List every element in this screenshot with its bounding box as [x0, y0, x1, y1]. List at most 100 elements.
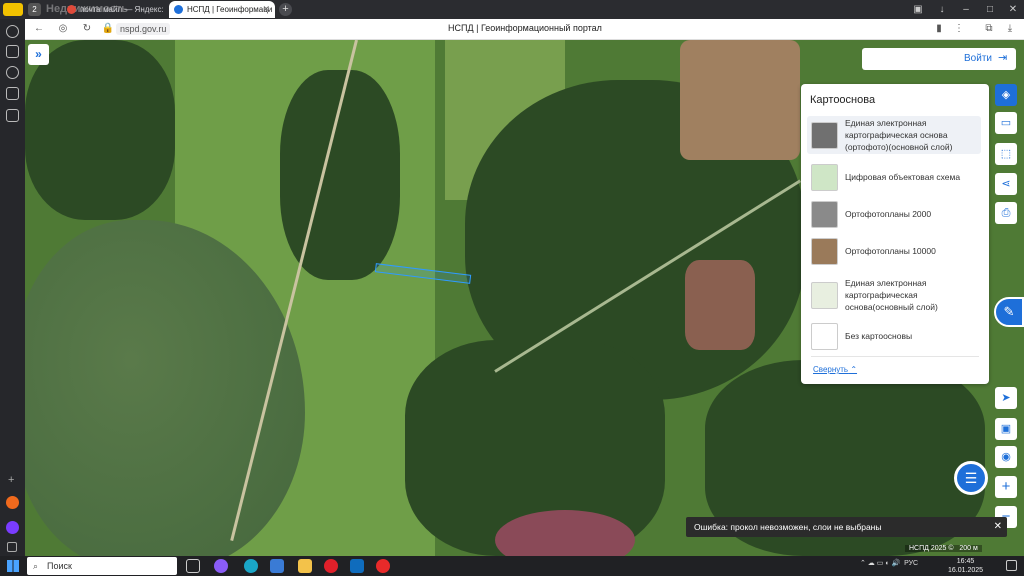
ortho2000-thumbnail-icon	[811, 200, 838, 228]
share-icon[interactable]: ⋖	[995, 173, 1017, 195]
tab-label: НСПД | Геоинформаци	[187, 5, 273, 14]
basemap-panel: Картооснова Единая электронная картограф…	[801, 84, 989, 384]
expand-sidebar-button[interactable]: »	[28, 44, 49, 65]
toast-close-icon[interactable]: ✕	[994, 517, 1002, 537]
opera-icon[interactable]	[324, 559, 338, 573]
lock-icon: 🔒	[101, 23, 115, 34]
alice-icon[interactable]	[6, 521, 19, 534]
new-tab-button[interactable]: +	[279, 3, 292, 16]
add-panel-icon[interactable]: +	[8, 474, 14, 486]
zen-icon[interactable]	[6, 87, 19, 100]
clock[interactable]: 16:45 16.01.2025	[948, 557, 983, 575]
map-thumbnail-icon	[811, 281, 838, 309]
browser-sidebar: +	[0, 19, 25, 556]
side-panel-tab-icon[interactable]: ✎	[994, 297, 1024, 327]
collapse-link[interactable]: Свернуть ⌃	[813, 365, 857, 374]
login-bar: Войти ⇥	[862, 48, 1016, 70]
clock-date: 16.01.2025	[948, 567, 984, 574]
ortho10000-thumbnail-icon	[811, 237, 838, 265]
basemap-option-ortho2000[interactable]: Ортофотопланы 2000	[807, 199, 981, 229]
forest-area	[25, 40, 175, 220]
geolocation-icon[interactable]: ◉	[995, 446, 1017, 468]
tab-mail[interactable]: почта майл — Яндекс: на	[62, 1, 166, 18]
panel-title: Картооснова	[810, 94, 876, 106]
tab-label: почта майл — Яндекс: на	[80, 5, 166, 14]
toast-message: Ошибка: прокол невозможен, слои не выбра…	[694, 522, 882, 532]
basemap-option-label: Цифровая объектовая схема	[845, 172, 961, 182]
mail-favicon-icon	[67, 5, 76, 14]
url-field[interactable]: nspd.gov.ru	[116, 23, 171, 35]
copilot-icon[interactable]	[214, 559, 228, 573]
play-icon[interactable]	[6, 66, 19, 79]
tasks-icon[interactable]	[6, 109, 19, 122]
reload-icon[interactable]: ↻	[80, 22, 94, 36]
ortho-thumbnail-icon	[811, 121, 838, 149]
basemap-option-map[interactable]: Единая электронная картографическая осно…	[807, 273, 981, 317]
task-view-icon[interactable]	[186, 559, 200, 573]
yandex-logo-icon[interactable]	[3, 3, 23, 16]
close-tab-icon[interactable]: ✕	[262, 1, 270, 18]
store-icon[interactable]	[270, 559, 284, 573]
back-icon[interactable]: ←	[32, 22, 46, 36]
clock-time: 16:45	[956, 558, 975, 565]
history-icon[interactable]	[6, 25, 19, 38]
basemap-option-label: Ортофотопланы 10000	[845, 246, 936, 256]
yandex-browser-icon[interactable]	[376, 559, 390, 573]
map-attribution: НСПД 2025 © 200 м	[905, 545, 982, 552]
error-toast: Ошибка: прокол невозможен, слои не выбра…	[686, 517, 1007, 537]
print-icon[interactable]: ⎙	[995, 202, 1017, 224]
plowed-field	[685, 260, 755, 350]
select-area-icon[interactable]: ⬚	[995, 143, 1017, 165]
search-icon: ⌕	[33, 561, 39, 571]
scheme-thumbnail-icon	[811, 163, 838, 191]
notifications-icon[interactable]	[1006, 560, 1017, 571]
attribution-source: НСПД 2025 ©	[909, 545, 954, 552]
locate-icon[interactable]: ➤	[995, 387, 1017, 409]
collections-icon[interactable]	[6, 45, 19, 58]
language-indicator[interactable]: РУС	[904, 560, 918, 567]
ruler-icon[interactable]: ▭	[995, 112, 1017, 134]
login-icon[interactable]: ⇥	[998, 52, 1011, 65]
plowed-field	[680, 40, 800, 160]
no-basemap-thumbnail-icon	[811, 322, 838, 350]
close-window-icon[interactable]: ✕	[1005, 2, 1021, 17]
yandex-app-icon[interactable]	[6, 496, 19, 509]
bookmark-icon[interactable]: ▮	[932, 22, 946, 36]
zoom-in-icon[interactable]: +	[995, 476, 1017, 498]
download-icon[interactable]: ↓	[934, 2, 950, 17]
menu-dots-icon[interactable]: ⋮	[952, 22, 966, 36]
protect-icon[interactable]: ◎	[56, 22, 70, 36]
search-placeholder: Поиск	[47, 561, 72, 571]
minimize-icon[interactable]: –	[958, 2, 974, 17]
windows-taskbar: ⌕ Поиск ⌃ ☁ ▭ ◐ 🔊 РУС 16:45 16.01.2025	[0, 556, 1024, 576]
layers-icon[interactable]: ◈	[995, 84, 1017, 106]
basemap-option-ortho10000[interactable]: Ортофотопланы 10000	[807, 236, 981, 266]
nspd-favicon-icon	[174, 5, 183, 14]
page-title: НСПД | Геоинформационный портал	[448, 23, 602, 33]
tab-nspd[interactable]: НСПД | Геоинформаци ✕	[169, 1, 275, 18]
outlook-icon[interactable]	[350, 559, 364, 573]
sidebar-settings-icon[interactable]	[7, 542, 17, 552]
basemap-option-label: Единая электронная картографическая осно…	[845, 278, 938, 312]
basemap-option-scheme[interactable]: Цифровая объектовая схема	[807, 162, 981, 192]
browser-tab-strip: 2 Недвижимость почта майл — Яндекс: на Н…	[0, 0, 1024, 19]
login-button[interactable]: Войти	[964, 53, 992, 64]
start-icon[interactable]	[7, 560, 19, 572]
edge-icon[interactable]	[244, 559, 258, 573]
system-tray[interactable]: ⌃ ☁ ▭ ◐ 🔊 РУС	[860, 559, 918, 567]
chat-button-icon[interactable]: ☰	[954, 461, 988, 495]
basemap-option-none[interactable]: Без картоосновы	[807, 321, 981, 351]
pin-icon[interactable]: ▣	[910, 2, 926, 17]
divider	[811, 356, 979, 357]
taskbar-search-input[interactable]: ⌕ Поиск	[27, 557, 177, 575]
explorer-icon[interactable]	[298, 559, 312, 573]
basemap-option-ortho[interactable]: Единая электронная картографическая осно…	[807, 116, 981, 154]
tab-count-badge[interactable]: 2	[28, 3, 41, 16]
maximize-icon[interactable]: □	[982, 2, 998, 17]
basemap-option-label: Без картоосновы	[845, 331, 913, 341]
address-bar: ← ◎ ↻ 🔒 nspd.gov.ru НСПД | Геоинформацио…	[0, 19, 1024, 40]
picture-in-picture-icon[interactable]: ▣	[995, 418, 1017, 440]
download-tray-icon[interactable]: ⤓	[1003, 22, 1017, 36]
basemap-option-label: Единая электронная картографическая осно…	[845, 118, 953, 152]
extension-icon[interactable]: ⧉	[982, 22, 996, 36]
